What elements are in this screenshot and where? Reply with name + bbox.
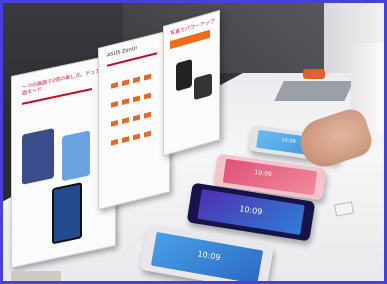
poster-phone-image — [52, 182, 82, 245]
app-icon — [144, 73, 151, 81]
phone-clock: 10:09 — [196, 249, 222, 263]
speaker-device — [274, 81, 354, 101]
phone-clock: 10:09 — [280, 137, 297, 146]
photo-frame: 一つの画面で2倍の楽しさ。デュアル画面モード ASUS ZenUI 写真でパワー… — [0, 0, 387, 284]
app-icon — [111, 100, 118, 108]
app-icon — [111, 119, 118, 127]
poster-photo: 写真でパワーアップ — [163, 9, 220, 157]
poster-title: ASUS ZenUI — [107, 45, 137, 59]
app-icon — [122, 79, 129, 86]
app-icon — [133, 95, 140, 103]
poster-screenshot — [62, 130, 90, 182]
app-icon — [122, 98, 129, 105]
app-icon — [133, 133, 140, 141]
app-icon — [144, 111, 151, 119]
app-icon — [122, 117, 129, 124]
poster-zenui: ASUS ZenUI — [98, 30, 170, 210]
app-icon — [111, 138, 118, 146]
poster-screenshot — [22, 128, 54, 185]
app-icon — [144, 130, 151, 138]
app-icon-grid — [109, 64, 157, 152]
phone-clock: 10:09 — [238, 204, 263, 217]
poster-screenshot — [194, 73, 212, 101]
phone-clock: 10:09 — [254, 168, 273, 179]
poster-screenshot — [176, 58, 192, 92]
orange-gadget — [303, 69, 325, 79]
app-icon — [133, 114, 140, 122]
app-icon — [122, 136, 129, 143]
app-icon — [133, 76, 140, 84]
app-icon — [111, 81, 118, 89]
app-icon — [144, 92, 151, 100]
table-edge-item — [11, 271, 61, 281]
